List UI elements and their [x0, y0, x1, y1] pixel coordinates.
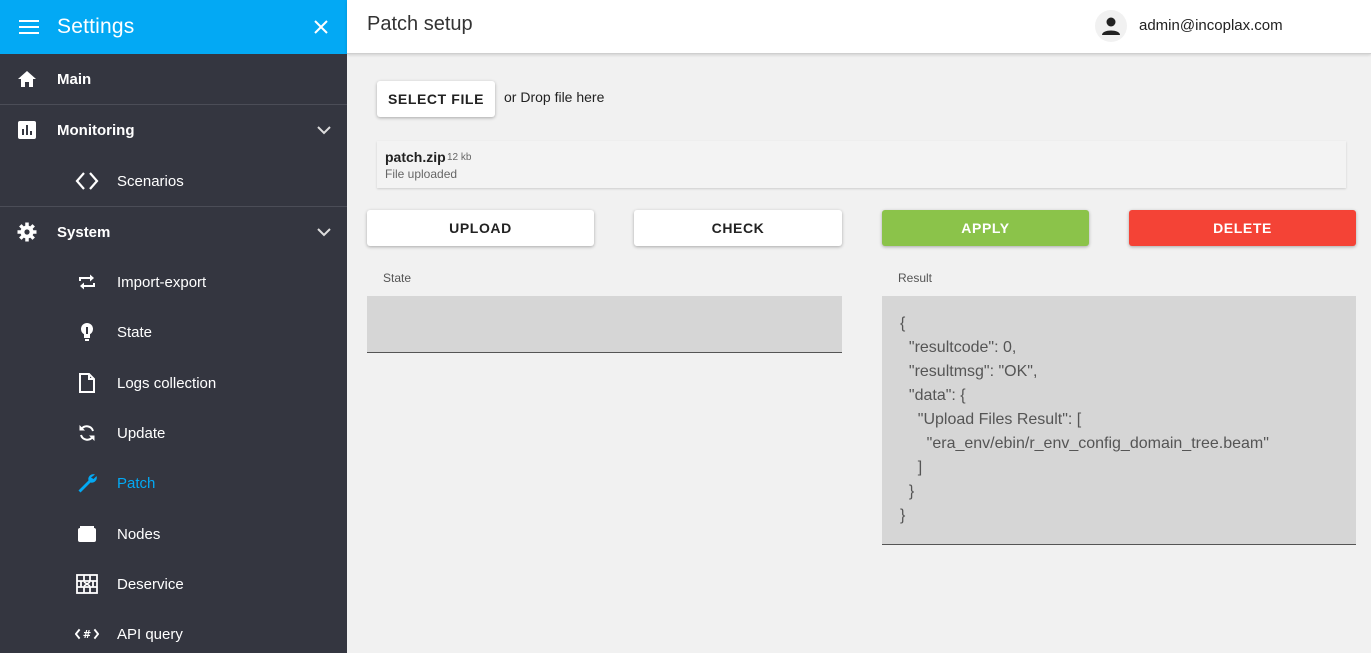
repeat-icon	[75, 270, 99, 294]
sidebar-item-api-query[interactable]: # API query	[0, 609, 347, 653]
wall-icon	[75, 572, 99, 596]
uploaded-file-card: patch.zip 12 kb File uploaded	[377, 141, 1346, 188]
avatar[interactable]	[1095, 10, 1127, 42]
sidebar-item-deservice[interactable]: Deservice	[0, 559, 347, 609]
result-line: {	[900, 315, 906, 332]
sidebar-item-label: Patch	[117, 474, 156, 492]
sidebar-item-label: Nodes	[117, 525, 161, 543]
sidebar-item-monitoring[interactable]: Monitoring	[0, 105, 347, 155]
lightbulb-icon	[75, 320, 99, 344]
sidebar-item-label: System	[57, 223, 111, 241]
sidebar-item-label: Deservice	[117, 575, 184, 593]
sidebar-item-import-export[interactable]: Import-export	[0, 257, 347, 307]
file-name: patch.zip	[385, 149, 446, 165]
result-field[interactable]: { "resultcode": 0, "resultmsg": "OK", "d…	[882, 296, 1356, 545]
delete-button[interactable]: DELETE	[1129, 210, 1356, 246]
api-icon: #	[75, 622, 99, 646]
sidebar-item-main[interactable]: Main	[0, 54, 347, 104]
apply-button[interactable]: APPLY	[882, 210, 1089, 246]
drop-zone-text[interactable]: or Drop file here	[504, 89, 604, 105]
sidebar-item-logs-collection[interactable]: Logs collection	[0, 358, 347, 408]
sidebar-item-label: Monitoring	[57, 121, 135, 139]
sidebar-item-label: Logs collection	[117, 374, 217, 392]
result-line: "resultcode": 0,	[900, 339, 1017, 356]
nodes-icon	[75, 522, 99, 546]
check-button[interactable]: CHECK	[634, 210, 842, 246]
user-email[interactable]: admin@incoplax.com	[1139, 17, 1283, 34]
file-icon	[75, 371, 99, 395]
chart-icon	[15, 118, 39, 142]
sidebar: Settings Main Monitoring Scenarios Syste…	[0, 0, 347, 653]
sidebar-item-label: Import-export	[117, 273, 207, 291]
select-file-button[interactable]: SELECT FILE	[377, 81, 495, 117]
state-label: State	[383, 271, 412, 285]
result-line: }	[900, 483, 915, 500]
chevron-down-icon[interactable]	[315, 121, 333, 139]
result-line: "data": {	[900, 387, 966, 404]
sidebar-item-label: Main	[57, 70, 92, 88]
result-line: "resultmsg": "OK",	[900, 363, 1038, 380]
result-label: Result	[898, 271, 933, 285]
sidebar-header: Settings	[0, 0, 347, 54]
code-icon	[75, 169, 99, 193]
result-line: ]	[900, 459, 923, 476]
sidebar-item-patch[interactable]: Patch	[0, 458, 347, 508]
sidebar-item-update[interactable]: Update	[0, 408, 347, 458]
top-bar: Patch setup admin@incoplax.com	[347, 0, 1371, 54]
state-field[interactable]	[367, 296, 842, 353]
home-icon	[15, 67, 39, 91]
upload-button[interactable]: UPLOAD	[367, 210, 594, 246]
close-icon[interactable]	[309, 15, 333, 39]
sidebar-item-label: State	[117, 323, 153, 341]
sidebar-item-scenarios[interactable]: Scenarios	[0, 156, 347, 206]
wrench-icon	[75, 471, 99, 495]
page-title: Patch setup	[367, 13, 473, 35]
sync-icon	[75, 421, 99, 445]
sidebar-title: Settings	[57, 15, 135, 38]
menu-icon[interactable]	[18, 16, 40, 38]
gear-icon	[15, 220, 39, 244]
file-size: 12 kb	[447, 152, 472, 163]
sidebar-item-state[interactable]: State	[0, 307, 347, 357]
result-line: }	[900, 507, 906, 524]
sidebar-item-nodes[interactable]: Nodes	[0, 509, 347, 559]
file-status: File uploaded	[385, 167, 458, 181]
result-line: "era_env/ebin/r_env_config_domain_tree.b…	[900, 435, 1269, 452]
sidebar-item-label: Scenarios	[117, 172, 184, 190]
sidebar-item-system[interactable]: System	[0, 207, 347, 257]
result-line: "Upload Files Result": [	[900, 411, 1082, 428]
svg-text:#: #	[83, 630, 92, 641]
chevron-down-icon[interactable]	[315, 223, 333, 241]
sidebar-item-label: Update	[117, 424, 166, 442]
sidebar-item-label: API query	[117, 625, 183, 643]
